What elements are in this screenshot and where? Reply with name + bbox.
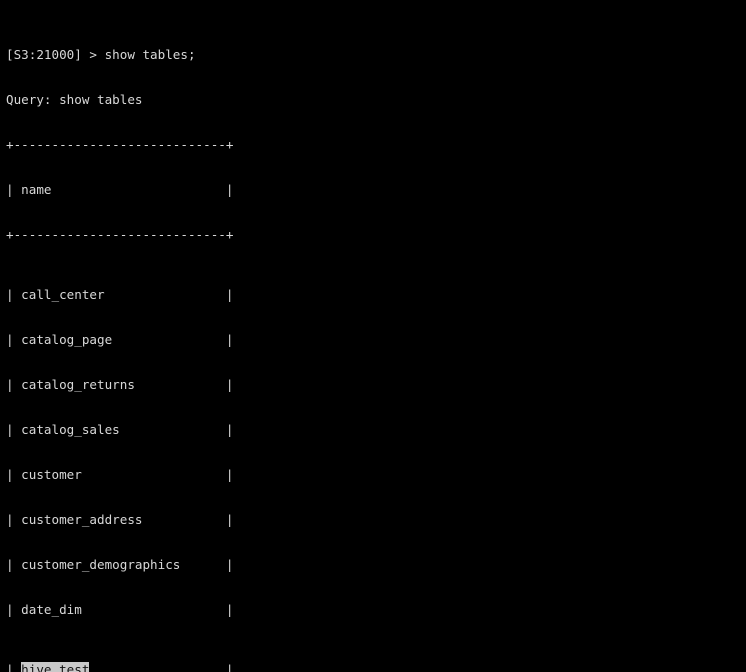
table-top-border: +----------------------------+ [6, 137, 234, 152]
selected-table-name[interactable]: hive_test [21, 662, 90, 672]
query-echo-line-1: Query: show tables [6, 92, 143, 107]
table-header-row: | name | [6, 182, 234, 197]
table-row: | customer | [6, 467, 234, 482]
table-row: | date_dim | [6, 602, 234, 617]
table-row: | catalog_returns | [6, 377, 234, 392]
table-row: | catalog_sales | [6, 422, 234, 437]
table-row: | customer_address | [6, 512, 234, 527]
table-row: | catalog_page | [6, 332, 234, 347]
table-row: | customer_demographics | [6, 557, 234, 572]
table-row-highlighted: | hive_test | [6, 662, 746, 672]
terminal-window[interactable]: [S3:21000] > show tables; Query: show ta… [0, 0, 746, 672]
table-row: | call_center | [6, 287, 234, 302]
table-row-prefix: | [6, 662, 22, 672]
command-prompt-line-1: [S3:21000] > show tables; [6, 47, 196, 62]
table-header-separator: +----------------------------+ [6, 227, 234, 242]
table-row-suffix: | [89, 662, 234, 672]
